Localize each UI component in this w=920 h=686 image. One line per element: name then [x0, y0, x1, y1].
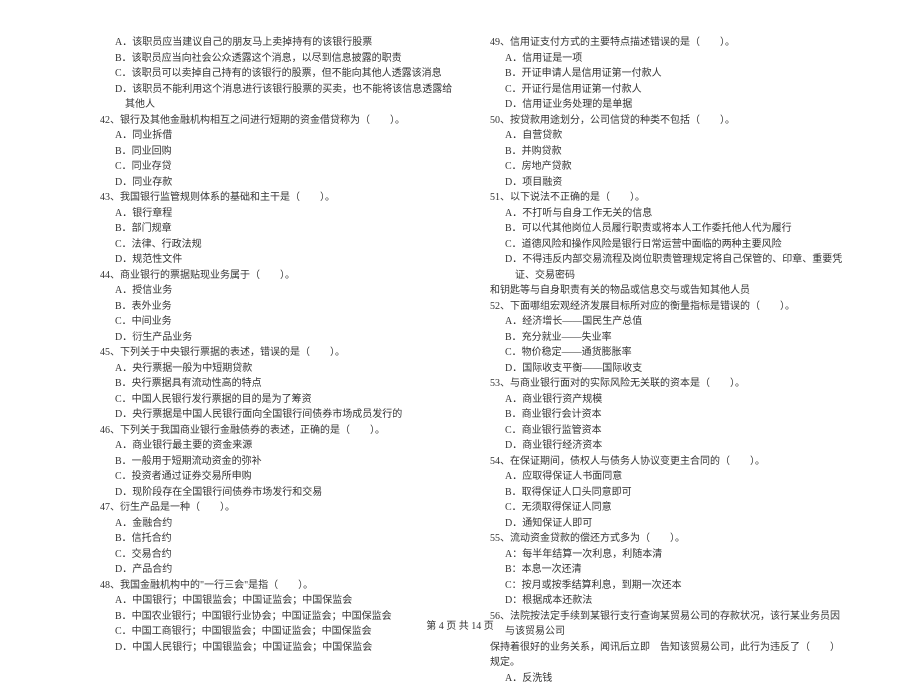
q49-text: 49、信用证支付方式的主要特点描述错误的是（ ）。 [490, 35, 845, 51]
q47-option-d: D．产品合约 [100, 562, 455, 578]
q53-text: 53、与商业银行面对的实际风险无关联的资本是（ ）。 [490, 376, 845, 392]
q49-option-c: C．开证行是信用证第一付款人 [490, 82, 845, 98]
q56-continuation: 保持着很好的业务关系，闻讯后立即 告知该贸易公司，此行为违反了（ ）规定。 [490, 640, 845, 671]
q52-option-d: D．国际收支平衡——国际收支 [490, 361, 845, 377]
q41-option-a: A．该职员应当建议自己的朋友马上卖掉持有的该银行股票 [100, 35, 455, 51]
page-footer: 第 4 页 共 14 页 [0, 617, 920, 632]
q52-text: 52、下面哪组宏观经济发展目标所对应的衡量指标是错误的（ ）。 [490, 299, 845, 315]
q45-option-b: B．央行票据具有流动性高的特点 [100, 376, 455, 392]
q48-option-a: A．中国银行；中国银监会；中国证监会；中国保监会 [100, 593, 455, 609]
q43-option-d: D．规范性文件 [100, 252, 455, 268]
q48-text: 48、我国金融机构中的"一行三会"是指（ ）。 [100, 578, 455, 594]
q47-option-a: A．金融合约 [100, 516, 455, 532]
q42-text: 42、银行及其他金融机构相互之间进行短期的资金借贷称为（ ）。 [100, 113, 455, 129]
q55-option-d: D：根据成本还款法 [490, 593, 845, 609]
q53-option-b: B．商业银行会计资本 [490, 407, 845, 423]
q54-text: 54、在保证期间，债权人与债务人协议变更主合同的（ ）。 [490, 454, 845, 470]
q41-option-d: D．该职员不能利用这个消息进行该银行股票的买卖，也不能将该信息透露给其他人 [100, 82, 455, 113]
q56-option-a: A．反洗钱 [490, 671, 845, 686]
q51-text: 51、以下说法不正确的是（ ）。 [490, 190, 845, 206]
q53-option-d: D．商业银行经济资本 [490, 438, 845, 454]
q44-option-b: B．表外业务 [100, 299, 455, 315]
q50-option-a: A．自营贷款 [490, 128, 845, 144]
q49-option-b: B．开证申请人是信用证第一付款人 [490, 66, 845, 82]
q49-option-a: A．信用证是一项 [490, 51, 845, 67]
q51-option-d: D．不得违反内部交易流程及岗位职责管理规定将自己保管的、印章、重要凭证、交易密码 [490, 252, 845, 283]
q52-option-a: A．经济增长——国民生产总值 [490, 314, 845, 330]
q46-option-b: B．一般用于短期流动资金的弥补 [100, 454, 455, 470]
q49-option-d: D．信用证业务处理的是单据 [490, 97, 845, 113]
q53-option-c: C．商业银行监管资本 [490, 423, 845, 439]
q48-option-d: D．中国人民银行；中国银监会；中国证监会；中国保监会 [100, 640, 455, 656]
q52-option-b: B．充分就业——失业率 [490, 330, 845, 346]
page-columns: A．该职员应当建议自己的朋友马上卖掉持有的该银行股票 B．该职员应当向社会公众透… [100, 35, 845, 615]
q47-text: 47、衍生产品是一种（ ）。 [100, 500, 455, 516]
q46-text: 46、下列关于我国商业银行金融债券的表述，正确的是（ ）。 [100, 423, 455, 439]
q44-text: 44、商业银行的票据贴现业务属于（ ）。 [100, 268, 455, 284]
q50-option-d: D．项目融资 [490, 175, 845, 191]
q50-option-b: B．并购贷款 [490, 144, 845, 160]
q42-option-c: C．同业存贷 [100, 159, 455, 175]
q43-text: 43、我国银行监管规则体系的基础和主干是（ ）。 [100, 190, 455, 206]
q55-option-a: A：每半年结算一次利息，利随本清 [490, 547, 845, 563]
q43-option-b: B．部门规章 [100, 221, 455, 237]
q51-option-c: C．道德风险和操作风险是银行日常运营中面临的两种主要风险 [490, 237, 845, 253]
q50-text: 50、按贷款用途划分，公司信贷的种类不包括（ ）。 [490, 113, 845, 129]
q44-option-c: C．中间业务 [100, 314, 455, 330]
q54-option-c: C．无须取得保证人同意 [490, 500, 845, 516]
q41-option-b: B．该职员应当向社会公众透露这个消息，以尽到信息披露的职责 [100, 51, 455, 67]
q45-text: 45、下列关于中央银行票据的表述，错误的是（ ）。 [100, 345, 455, 361]
q46-option-c: C．投资者通过证券交易所申购 [100, 469, 455, 485]
left-column: A．该职员应当建议自己的朋友马上卖掉持有的该银行股票 B．该职员应当向社会公众透… [100, 35, 455, 615]
right-column: 49、信用证支付方式的主要特点描述错误的是（ ）。 A．信用证是一项 B．开证申… [490, 35, 845, 615]
q41-option-c: C．该职员可以卖掉自己持有的该银行的股票，但不能向其他人透露该消息 [100, 66, 455, 82]
q43-option-a: A．银行章程 [100, 206, 455, 222]
q45-option-c: C．中国人民银行发行票据的目的是为了筹资 [100, 392, 455, 408]
q52-option-c: C．物价稳定——通货膨胀率 [490, 345, 845, 361]
q54-option-b: B．取得保证人口头同意即可 [490, 485, 845, 501]
q42-option-a: A．同业拆借 [100, 128, 455, 144]
q47-option-b: B．信托合约 [100, 531, 455, 547]
q42-option-b: B．同业回购 [100, 144, 455, 160]
q45-option-d: D．央行票据是中国人民银行面向全国银行间债券市场成员发行的 [100, 407, 455, 423]
q47-option-c: C．交易合约 [100, 547, 455, 563]
q42-option-d: D．同业存款 [100, 175, 455, 191]
q44-option-d: D．衍生产品业务 [100, 330, 455, 346]
q53-option-a: A．商业银行资产规模 [490, 392, 845, 408]
q44-option-a: A．授信业务 [100, 283, 455, 299]
q55-option-c: C：按月或按季结算利息，到期一次还本 [490, 578, 845, 594]
q55-text: 55、流动资金贷款的偿还方式多为（ ）。 [490, 531, 845, 547]
q46-option-a: A．商业银行最主要的资金来源 [100, 438, 455, 454]
q51-option-b: B．可以代其他岗位人员履行职责或将本人工作委托他人代为履行 [490, 221, 845, 237]
q54-option-a: A．应取得保证人书面同意 [490, 469, 845, 485]
q51-option-a: A．不打听与自身工作无关的信息 [490, 206, 845, 222]
q50-option-c: C．房地产贷款 [490, 159, 845, 175]
q45-option-a: A．央行票据一般为中短期贷款 [100, 361, 455, 377]
q51-continuation: 和钥匙等与自身职责有关的物品或信息交与或告知其他人员 [490, 283, 845, 299]
q46-option-d: D．现阶段存在全国银行间债券市场发行和交易 [100, 485, 455, 501]
q55-option-b: B：本息一次还清 [490, 562, 845, 578]
q54-option-d: D．通知保证人即可 [490, 516, 845, 532]
q43-option-c: C．法律、行政法规 [100, 237, 455, 253]
